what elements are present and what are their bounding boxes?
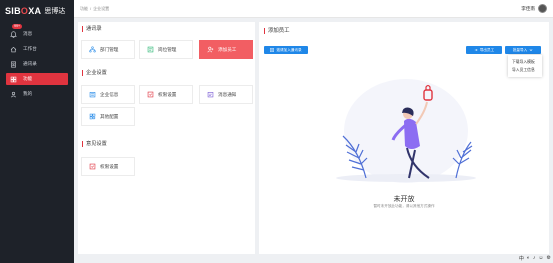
avatar[interactable] bbox=[538, 4, 547, 13]
card-label: 添加员工 bbox=[218, 46, 237, 52]
batch-import-label: 批量导入 bbox=[512, 47, 528, 52]
settings-panel: 通讯录 部门管理 岗位管理 添加员工 企业设置 企业信息 权限设置 消息通知 其… bbox=[78, 22, 255, 254]
moon-icon[interactable]: ◐ bbox=[527, 255, 530, 261]
card-company-info[interactable]: 企业信息 bbox=[81, 85, 135, 104]
section-title: 意见设置 bbox=[82, 141, 107, 147]
breadcrumb-item: 企业设置 bbox=[93, 5, 110, 11]
user-name: 李佳南 bbox=[521, 5, 535, 11]
user-menu[interactable]: 李佳南 bbox=[521, 4, 547, 13]
notify-icon bbox=[207, 91, 214, 98]
settings-icon[interactable]: ⚙ bbox=[547, 255, 551, 261]
mic-icon[interactable]: ♪ bbox=[533, 255, 536, 261]
card-add-employee[interactable]: 添加员工 bbox=[199, 40, 253, 59]
export-button[interactable]: 导出员工 bbox=[466, 46, 502, 54]
card-label: 消息通知 bbox=[218, 91, 237, 97]
menu-item-download-template[interactable]: 下载导入模板 bbox=[508, 58, 542, 66]
position-icon bbox=[147, 46, 154, 53]
home-icon bbox=[10, 46, 17, 53]
card-label: 部门管理 bbox=[100, 46, 119, 52]
org-icon bbox=[89, 46, 96, 53]
sidebar-item-mine[interactable]: 我的 bbox=[0, 88, 74, 100]
grid-icon bbox=[10, 76, 17, 83]
user-icon bbox=[10, 91, 17, 98]
sidebar-item-messages[interactable]: 99+ 消息 bbox=[0, 24, 74, 40]
section-title: 通讯录 bbox=[82, 26, 102, 32]
empty-state-illustration bbox=[336, 79, 476, 183]
sidebar-item-functions[interactable]: 功能 bbox=[6, 73, 68, 85]
system-tray: 中 ◐ ♪ ☺ ⚙ bbox=[519, 254, 551, 262]
emoji-icon[interactable]: ☺ bbox=[538, 255, 543, 261]
export-icon bbox=[474, 48, 478, 53]
brand-logo: SIBOXA 思博达 bbox=[5, 5, 65, 17]
chevron-down-icon bbox=[529, 48, 533, 53]
card-label: 权限设置 bbox=[158, 91, 177, 97]
invite-button[interactable]: 邀请加入通讯录 bbox=[264, 46, 308, 54]
sidebar-item-workbench[interactable]: 工作台 bbox=[0, 43, 74, 55]
card-permission-settings[interactable]: 权限设置 bbox=[139, 85, 193, 104]
permission-icon bbox=[147, 91, 154, 98]
card-other-config[interactable]: 其他配置 bbox=[81, 107, 135, 126]
section-title: 企业设置 bbox=[82, 70, 107, 76]
card-message-notification[interactable]: 消息通知 bbox=[199, 85, 253, 104]
card-position-management[interactable]: 岗位管理 bbox=[139, 40, 193, 59]
sidebar-item-label: 我的 bbox=[23, 91, 33, 96]
export-button-label: 导出员工 bbox=[479, 47, 495, 52]
bell-icon bbox=[10, 30, 17, 38]
add-user-icon bbox=[207, 46, 214, 53]
add-employee-panel: 添加员工 邀请加入通讯录 导出员工 批量导入 下载导入模板 导入员工信息 未开放… bbox=[259, 22, 549, 254]
qrcode-icon bbox=[270, 47, 275, 53]
sidebar-item-label: 通讯录 bbox=[23, 61, 37, 66]
import-dropdown-menu: 下载导入模板 导入员工信息 bbox=[508, 55, 542, 77]
top-bar: 功能 / 企业设置 李佳南 bbox=[74, 0, 553, 18]
permission-icon bbox=[89, 163, 96, 170]
card-permission-settings-2[interactable]: 权限设置 bbox=[81, 157, 135, 176]
brand-logo-cn: 思博达 bbox=[44, 8, 66, 15]
unread-badge: 99+ bbox=[12, 24, 23, 29]
config-icon bbox=[89, 113, 96, 120]
card-label: 企业信息 bbox=[100, 91, 119, 97]
empty-state-title: 未开放 bbox=[393, 196, 415, 203]
sidebar-nav: 99+ 消息 工作台 通讯录 功能 我的 bbox=[0, 24, 74, 103]
breadcrumb-separator: / bbox=[90, 5, 92, 11]
batch-import-button[interactable]: 批量导入 bbox=[505, 46, 541, 54]
ime-indicator[interactable]: 中 bbox=[519, 255, 524, 262]
sidebar: SIBOXA 思博达 99+ 消息 工作台 通讯录 功能 我的 bbox=[0, 0, 74, 263]
sidebar-item-label: 消息 bbox=[23, 31, 33, 36]
breadcrumb-item[interactable]: 功能 bbox=[80, 6, 88, 12]
sidebar-item-contacts[interactable]: 通讯录 bbox=[0, 58, 74, 70]
menu-item-import-employees[interactable]: 导入员工信息 bbox=[508, 66, 542, 74]
sidebar-item-label: 功能 bbox=[23, 76, 33, 81]
card-label: 岗位管理 bbox=[158, 46, 177, 52]
card-label: 其他配置 bbox=[100, 113, 119, 119]
empty-state-subtitle: 暂时未开放此功能，请以其他方式操作 bbox=[373, 204, 435, 208]
sidebar-item-label: 工作台 bbox=[23, 46, 37, 51]
invite-button-label: 邀请加入通讯录 bbox=[276, 47, 302, 52]
panel-title: 添加员工 bbox=[264, 28, 290, 34]
contacts-icon bbox=[10, 61, 17, 68]
breadcrumb: 功能 / 企业设置 bbox=[80, 6, 109, 12]
card-label: 权限设置 bbox=[100, 163, 119, 169]
company-info-icon bbox=[89, 91, 96, 98]
card-department-management[interactable]: 部门管理 bbox=[81, 40, 135, 59]
brand-logo-text: SIBOXA bbox=[5, 6, 42, 16]
